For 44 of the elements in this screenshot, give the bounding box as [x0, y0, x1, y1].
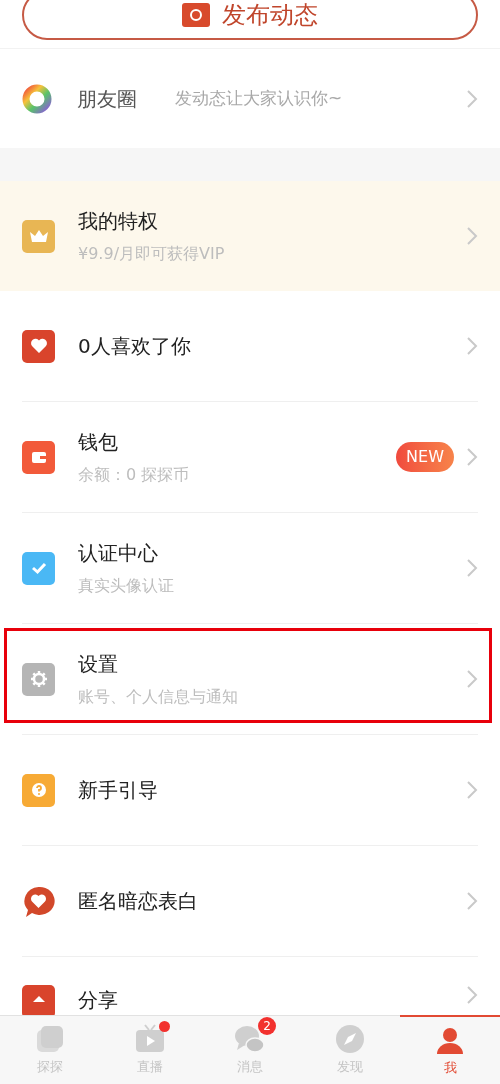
post-button[interactable]: 发布动态 [22, 0, 478, 40]
crown-icon [22, 219, 55, 253]
menu-row[interactable]: 设置 账号、个人信息与通知 [0, 624, 500, 735]
menu-title: 钱包 [78, 429, 119, 456]
menu-subtitle: 余额：0 探探币 [78, 464, 190, 486]
menu-title: 设置 [78, 651, 119, 678]
vip-row[interactable]: 我的特权 ¥9.9/月即可获得VIP [0, 181, 500, 291]
chevron-icon [466, 780, 478, 800]
vip-subtitle: ¥9.9/月即可获得VIP [78, 243, 225, 265]
menu-title: 分享 [78, 987, 118, 1014]
chevron-icon [466, 88, 478, 109]
question-icon [22, 773, 55, 807]
chevron-icon [466, 985, 478, 1005]
menu-row[interactable]: 新手引导 [0, 735, 500, 846]
speech-heart-icon [22, 884, 55, 918]
menu-row[interactable]: 认证中心 真实头像认证 [0, 513, 500, 624]
chevron-icon [466, 226, 478, 246]
chevron-icon [466, 336, 478, 356]
wallet-icon [22, 440, 55, 474]
menu-title: 匿名暗恋表白 [78, 888, 198, 915]
menu-title: 认证中心 [78, 540, 159, 567]
gear-icon [22, 662, 55, 696]
rainbow-ring-icon [22, 83, 52, 114]
checkmark-icon [22, 551, 55, 585]
menu-row[interactable]: 钱包 余额：0 探探币 NEW [0, 402, 500, 513]
menu-row[interactable]: 匿名暗恋表白 [0, 846, 500, 957]
menu-title: 0人喜欢了你 [78, 333, 191, 360]
vip-title: 我的特权 [78, 208, 159, 235]
new-badge: NEW [396, 442, 454, 472]
chevron-icon [466, 558, 478, 578]
moments-hint: 发动态让大家认识你~ [175, 86, 343, 110]
menu-subtitle: 账号、个人信息与通知 [78, 686, 238, 708]
moments-title: 朋友圈 [77, 85, 137, 113]
chevron-icon [466, 891, 478, 911]
tab[interactable]: 我 [400, 1015, 500, 1084]
compass-icon [334, 1023, 366, 1056]
menu-row[interactable]: 分享 [0, 957, 500, 1015]
menu-subtitle: 真实头像认证 [78, 575, 174, 597]
menu-row[interactable]: 0人喜欢了你 [0, 291, 500, 402]
menu-title: 新手引导 [78, 777, 158, 804]
unread-count: 2 [258, 1017, 276, 1036]
chevron-icon [466, 447, 478, 467]
chevron-icon [466, 669, 478, 689]
camera-icon [182, 3, 210, 27]
